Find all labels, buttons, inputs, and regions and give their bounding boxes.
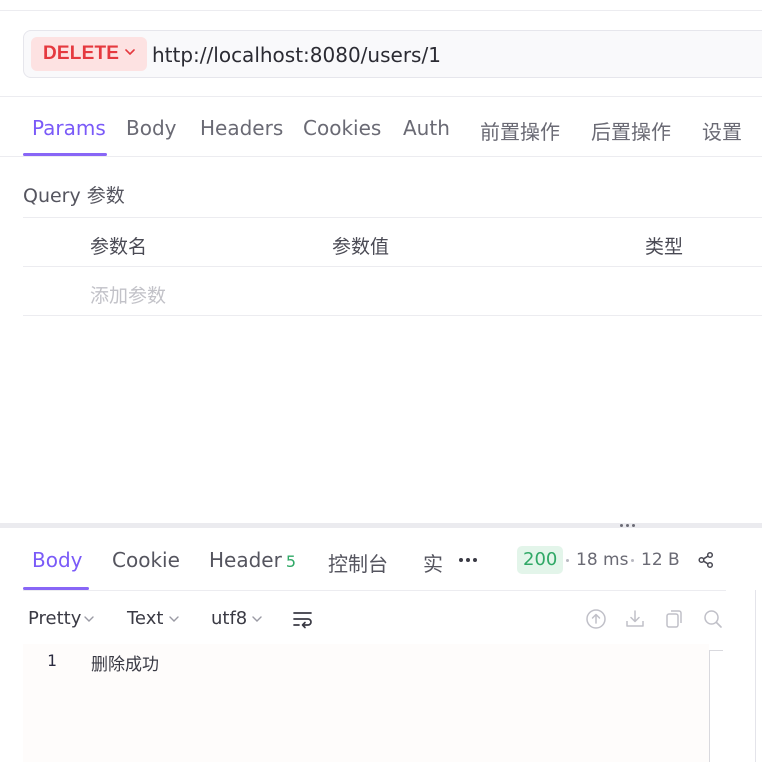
- tab-cookies[interactable]: Cookies: [303, 116, 381, 140]
- url-input[interactable]: http://localhost:8080/users/1: [152, 43, 441, 67]
- table-divider: [23, 217, 762, 218]
- column-header-name: 参数名: [90, 236, 148, 258]
- tab-headers[interactable]: Headers: [200, 116, 283, 140]
- more-icon[interactable]: [458, 556, 478, 564]
- download-icon[interactable]: [624, 608, 646, 630]
- tab-pre-processors[interactable]: 前置操作: [480, 116, 560, 145]
- divider: [0, 156, 762, 157]
- format-select[interactable]: Pretty: [28, 608, 81, 629]
- tab-post-processors[interactable]: 后置操作: [591, 116, 671, 145]
- tab-body[interactable]: Body: [126, 116, 177, 140]
- encoding-select[interactable]: utf8: [211, 608, 247, 629]
- content-type-select[interactable]: Text: [127, 608, 163, 629]
- chevron-down-icon: [125, 49, 135, 55]
- scrollbar[interactable]: [709, 650, 723, 762]
- chevron-down-icon: [252, 616, 262, 622]
- url-bar: DELETE http://localhost:8080/users/1: [23, 30, 762, 78]
- add-param-input[interactable]: 添加参数: [90, 281, 166, 308]
- pane-splitter[interactable]: [0, 523, 762, 528]
- tab-settings[interactable]: 设置: [702, 116, 742, 145]
- share-icon[interactable]: [697, 551, 715, 569]
- response-time: 18 ms: [576, 550, 629, 570]
- method-select[interactable]: DELETE: [31, 37, 147, 71]
- panel-border: [755, 590, 756, 762]
- column-header-value: 参数值: [332, 236, 390, 258]
- response-tab-console[interactable]: 控制台: [328, 548, 388, 577]
- separator-dot: [631, 559, 634, 562]
- chevron-down-icon: [84, 616, 94, 622]
- method-label: DELETE: [43, 43, 120, 64]
- column-header-type: 类型: [645, 236, 684, 258]
- status-code-badge: 200: [517, 546, 564, 574]
- tab-auth[interactable]: Auth: [403, 116, 450, 140]
- response-tab-realtime[interactable]: 实: [423, 548, 443, 577]
- line-number: 1: [47, 651, 57, 670]
- search-icon[interactable]: [702, 608, 724, 630]
- response-size: 12 B: [641, 550, 680, 570]
- tab-params[interactable]: Params: [32, 116, 106, 140]
- divider: [0, 96, 762, 97]
- response-tab-header-label: Header: [209, 548, 282, 572]
- header-count-badge: 5: [285, 552, 297, 571]
- chevron-down-icon: [169, 616, 179, 622]
- table-divider: [23, 266, 762, 267]
- copy-icon[interactable]: [663, 608, 685, 630]
- response-tab-cookie[interactable]: Cookie: [112, 548, 180, 572]
- response-tab-header[interactable]: Header 5: [209, 548, 296, 572]
- divider: [23, 590, 726, 591]
- upload-icon[interactable]: [585, 608, 607, 630]
- response-body-text: 删除成功: [91, 655, 159, 675]
- table-divider: [23, 315, 762, 316]
- top-divider: [0, 10, 762, 11]
- drag-handle-icon[interactable]: [619, 523, 637, 529]
- response-tab-body[interactable]: Body: [32, 548, 83, 572]
- separator-dot: [566, 559, 569, 562]
- wrap-lines-icon[interactable]: [292, 609, 314, 629]
- query-params-title: Query 参数: [23, 185, 125, 207]
